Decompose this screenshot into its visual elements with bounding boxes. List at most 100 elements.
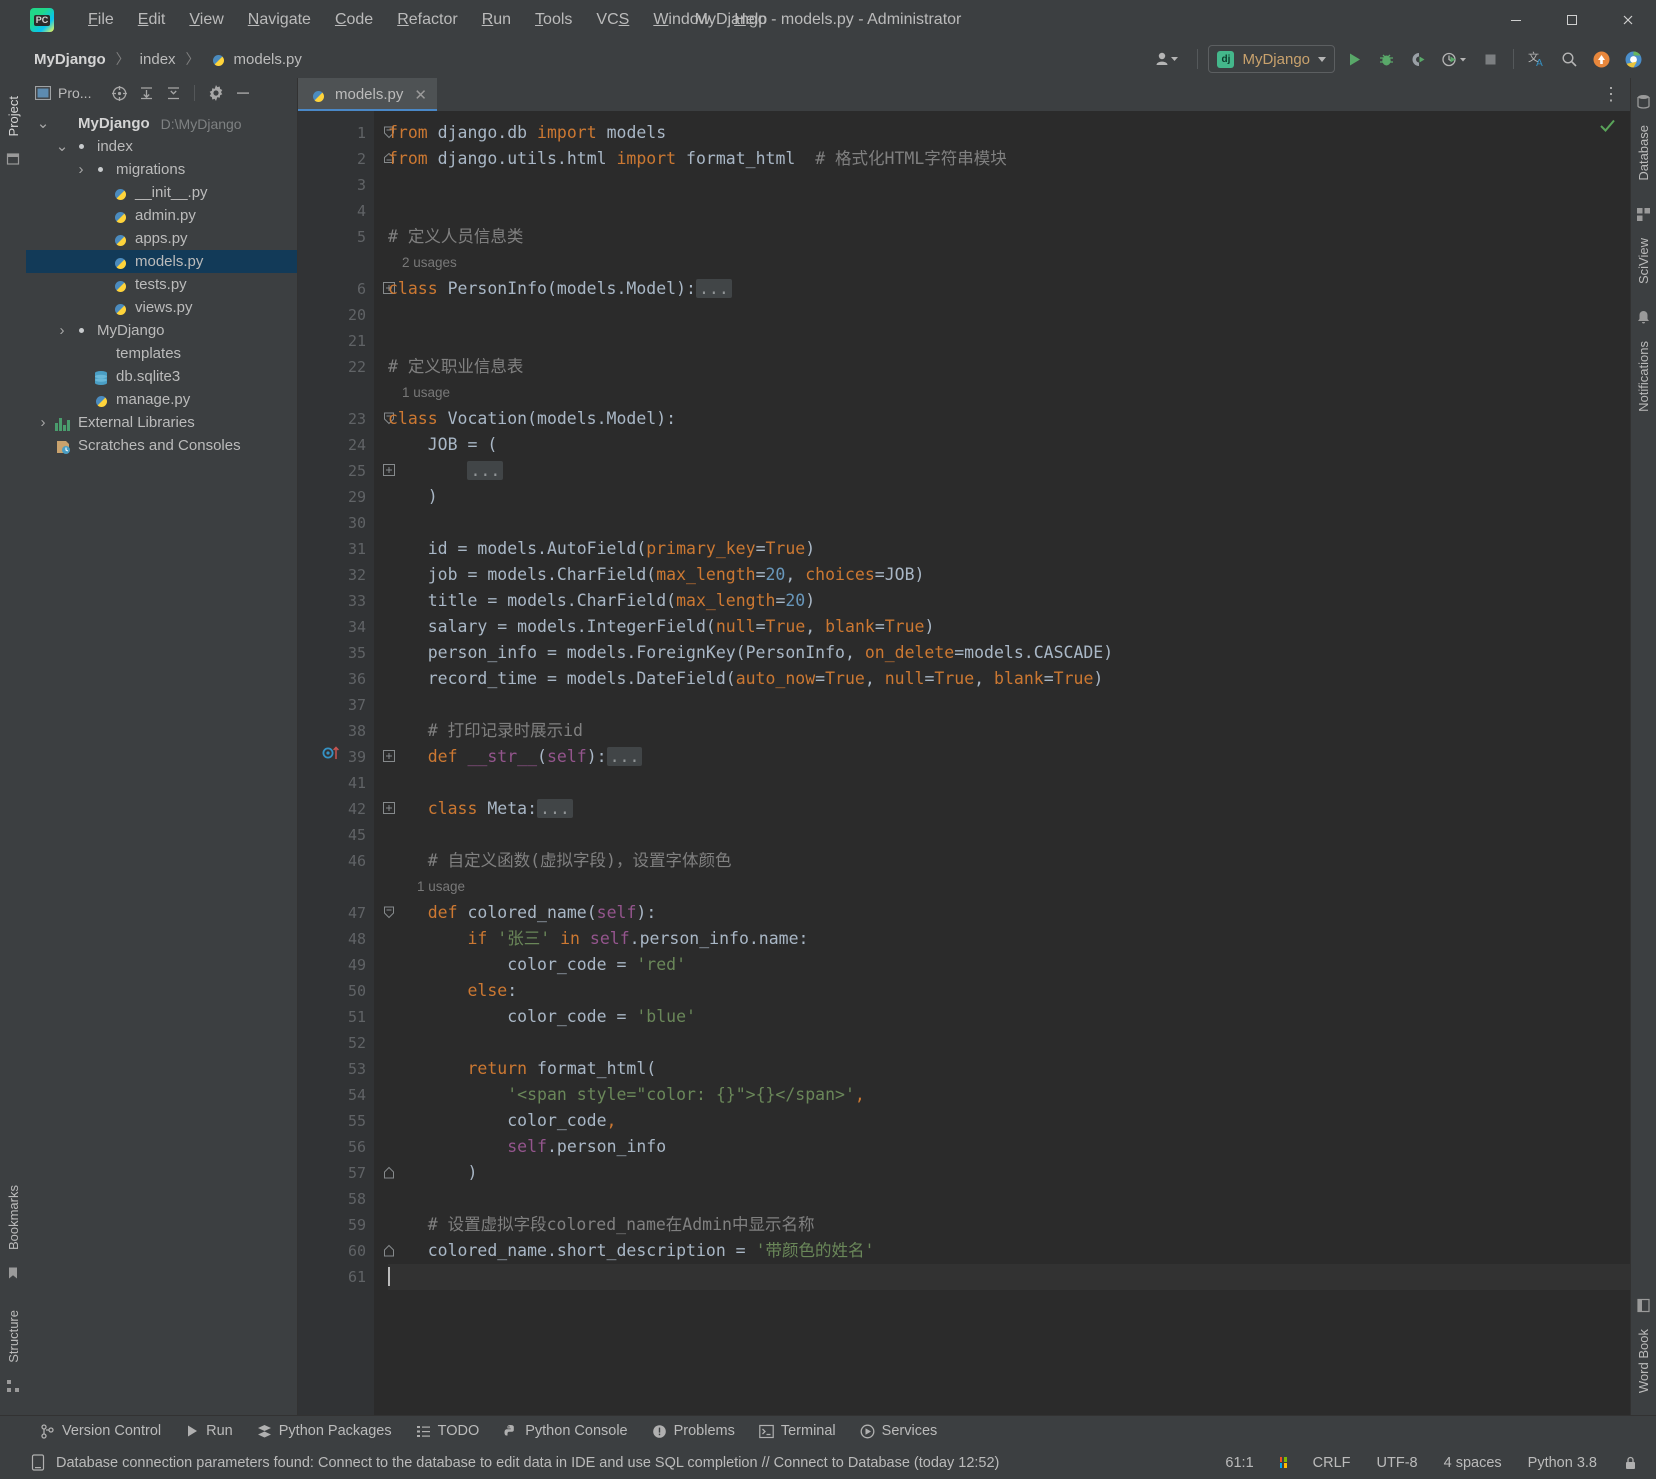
tool-window-button-run[interactable]: Run	[175, 1420, 243, 1442]
code-line-3[interactable]	[388, 172, 1630, 198]
tree-node-external-libraries[interactable]: › External Libraries	[26, 411, 297, 434]
main-menu[interactable]: File Edit View Navigate Code Refactor Run Tools…	[76, 7, 779, 33]
tool-window-button-python-packages[interactable]: Python Packages	[247, 1420, 402, 1442]
code-line-42[interactable]: class Meta:...	[388, 796, 1630, 822]
window-controls[interactable]	[1488, 0, 1656, 40]
gutter-line-39[interactable]: 39	[298, 744, 395, 770]
browser-icon[interactable]	[1620, 46, 1646, 72]
code-line-49[interactable]: color_code = 'red'	[388, 952, 1630, 978]
close-button[interactable]	[1600, 0, 1656, 40]
word-book-icon[interactable]	[1636, 1298, 1651, 1313]
expand-all-icon[interactable]	[138, 85, 155, 102]
breadcrumb-item-index[interactable]: index	[136, 49, 180, 70]
code-line-61[interactable]	[388, 1264, 1630, 1290]
tool-tab-notifications[interactable]: Notifications	[1632, 333, 1655, 420]
override-marker-icon[interactable]	[322, 744, 344, 770]
gutter-line-blank[interactable]	[298, 380, 374, 406]
debug-button[interactable]	[1373, 46, 1399, 72]
python-interpreter[interactable]: Python 3.8	[1524, 1453, 1601, 1473]
code-line-31[interactable]: id = models.AutoField(primary_key=True)	[388, 536, 1630, 562]
code-line-54[interactable]: '<span style="color: {}">{}</span>',	[388, 1082, 1630, 1108]
usage-hint[interactable]: 2 usages	[388, 250, 1630, 276]
tool-window-button-terminal[interactable]: Terminal	[749, 1420, 846, 1442]
gutter-line-60[interactable]: 60	[298, 1238, 394, 1264]
gutter-line-45[interactable]: 45	[298, 822, 374, 848]
menu-item-navigate[interactable]: Navigate	[236, 7, 323, 33]
editor-tabs-actions[interactable]: ⋮	[1602, 78, 1630, 111]
code-line-34[interactable]: salary = models.IntegerField(null=True, …	[388, 614, 1630, 640]
code-line-41[interactable]	[388, 770, 1630, 796]
bookmark-icon[interactable]	[6, 1266, 20, 1280]
gutter-line-58[interactable]: 58	[298, 1186, 374, 1212]
gutter-line-38[interactable]: 38	[298, 718, 374, 744]
code-line-2[interactable]: from django.utils.html import format_htm…	[388, 146, 1630, 172]
tree-node-mydjango[interactable]: ⌄ MyDjango D:\MyDjango	[26, 112, 297, 135]
breadcrumb[interactable]: MyDjango 〉 index 〉 models.py	[30, 48, 306, 70]
project-panel-title[interactable]: Pro...	[34, 85, 91, 102]
hide-panel-icon[interactable]	[234, 85, 251, 102]
run-button[interactable]	[1341, 46, 1367, 72]
tool-window-button-services[interactable]: Services	[850, 1420, 948, 1442]
inspection-status-icon[interactable]	[1599, 117, 1616, 134]
gutter-line-blank[interactable]	[298, 250, 374, 276]
select-opened-file-icon[interactable]	[111, 85, 128, 102]
code-line-58[interactable]	[388, 1186, 1630, 1212]
code-line-1[interactable]: from django.db import models	[388, 120, 1630, 146]
database-icon[interactable]	[1636, 94, 1651, 109]
gutter-line-5[interactable]: 5	[298, 224, 374, 250]
maximize-button[interactable]	[1544, 0, 1600, 40]
gutter-line-32[interactable]: 32	[298, 562, 374, 588]
gutter-line-56[interactable]: 56	[298, 1134, 374, 1160]
collapse-all-icon[interactable]	[165, 85, 182, 102]
chevron-down-icon[interactable]: ⌄	[36, 116, 50, 131]
minimize-button[interactable]	[1488, 0, 1544, 40]
tool-tab-structure[interactable]: Structure	[2, 1302, 25, 1371]
gutter-line-53[interactable]: 53	[298, 1056, 374, 1082]
menu-item-run[interactable]: Run	[470, 7, 523, 33]
code-line-55[interactable]: color_code,	[388, 1108, 1630, 1134]
gutter-line-36[interactable]: 36	[298, 666, 374, 692]
code-line-39[interactable]: def __str__(self):...	[388, 744, 1630, 770]
search-icon[interactable]	[1556, 46, 1582, 72]
collapsed-code-placeholder[interactable]: ...	[467, 461, 504, 480]
translate-icon[interactable]: 文 A	[1524, 46, 1550, 72]
code-line-56[interactable]: self.person_info	[388, 1134, 1630, 1160]
more-actions-icon[interactable]: ⋮	[1602, 84, 1620, 105]
code-line-29[interactable]: )	[388, 484, 1630, 510]
menu-item-refactor[interactable]: Refactor	[385, 7, 469, 33]
windows-logo-icon[interactable]	[1276, 1455, 1291, 1470]
code-line-33[interactable]: title = models.CharField(max_length=20)	[388, 588, 1630, 614]
menu-item-code[interactable]: Code	[323, 7, 385, 33]
tool-tab-database[interactable]: Database	[1632, 117, 1655, 189]
code-line-57[interactable]: )	[388, 1160, 1630, 1186]
code-line-59[interactable]: # 设置虚拟字段colored_name在Admin中显示名称	[388, 1212, 1630, 1238]
tree-node-apps-py[interactable]: apps.py	[26, 227, 297, 250]
code-line-25[interactable]: ...	[388, 458, 1630, 484]
tool-window-button-todo[interactable]: TODO	[406, 1420, 490, 1442]
gutter-line-24[interactable]: 24	[298, 432, 374, 458]
commit-icon[interactable]	[6, 152, 21, 167]
code-line-50[interactable]: else:	[388, 978, 1630, 1004]
code-line-45[interactable]	[388, 822, 1630, 848]
tool-window-button-version-control[interactable]: Version Control	[30, 1420, 171, 1442]
menu-item-vcs[interactable]: VCS	[584, 7, 641, 33]
tree-node-db-sqlite3[interactable]: db.sqlite3	[26, 365, 297, 388]
code-line-23[interactable]: class Vocation(models.Model):	[388, 406, 1630, 432]
code-line-24[interactable]: JOB = (	[388, 432, 1630, 458]
menu-item-help[interactable]: Help	[722, 7, 779, 33]
usage-hint[interactable]: 1 usage	[388, 380, 1630, 406]
collapsed-code-placeholder[interactable]: ...	[537, 799, 573, 818]
tool-tab-sciview[interactable]: SciView	[1632, 230, 1655, 292]
tree-node-mydjango[interactable]: › MyDjango	[26, 319, 297, 342]
gutter-line-30[interactable]: 30	[298, 510, 374, 536]
gutter-line-47[interactable]: 47	[298, 900, 394, 926]
run-configuration-selector[interactable]: dj MyDjango	[1208, 45, 1335, 73]
menu-item-window[interactable]: Window	[641, 7, 722, 33]
tree-node-migrations[interactable]: › migrations	[26, 158, 297, 181]
collapsed-code-placeholder[interactable]: ...	[606, 747, 643, 766]
tool-window-button-python-console[interactable]: Python Console	[493, 1420, 637, 1442]
gutter-line-57[interactable]: 57	[298, 1160, 394, 1186]
gutter-line-51[interactable]: 51	[298, 1004, 374, 1030]
tree-node-admin-py[interactable]: admin.py	[26, 204, 297, 227]
chevron-right-icon[interactable]: ›	[36, 414, 50, 431]
